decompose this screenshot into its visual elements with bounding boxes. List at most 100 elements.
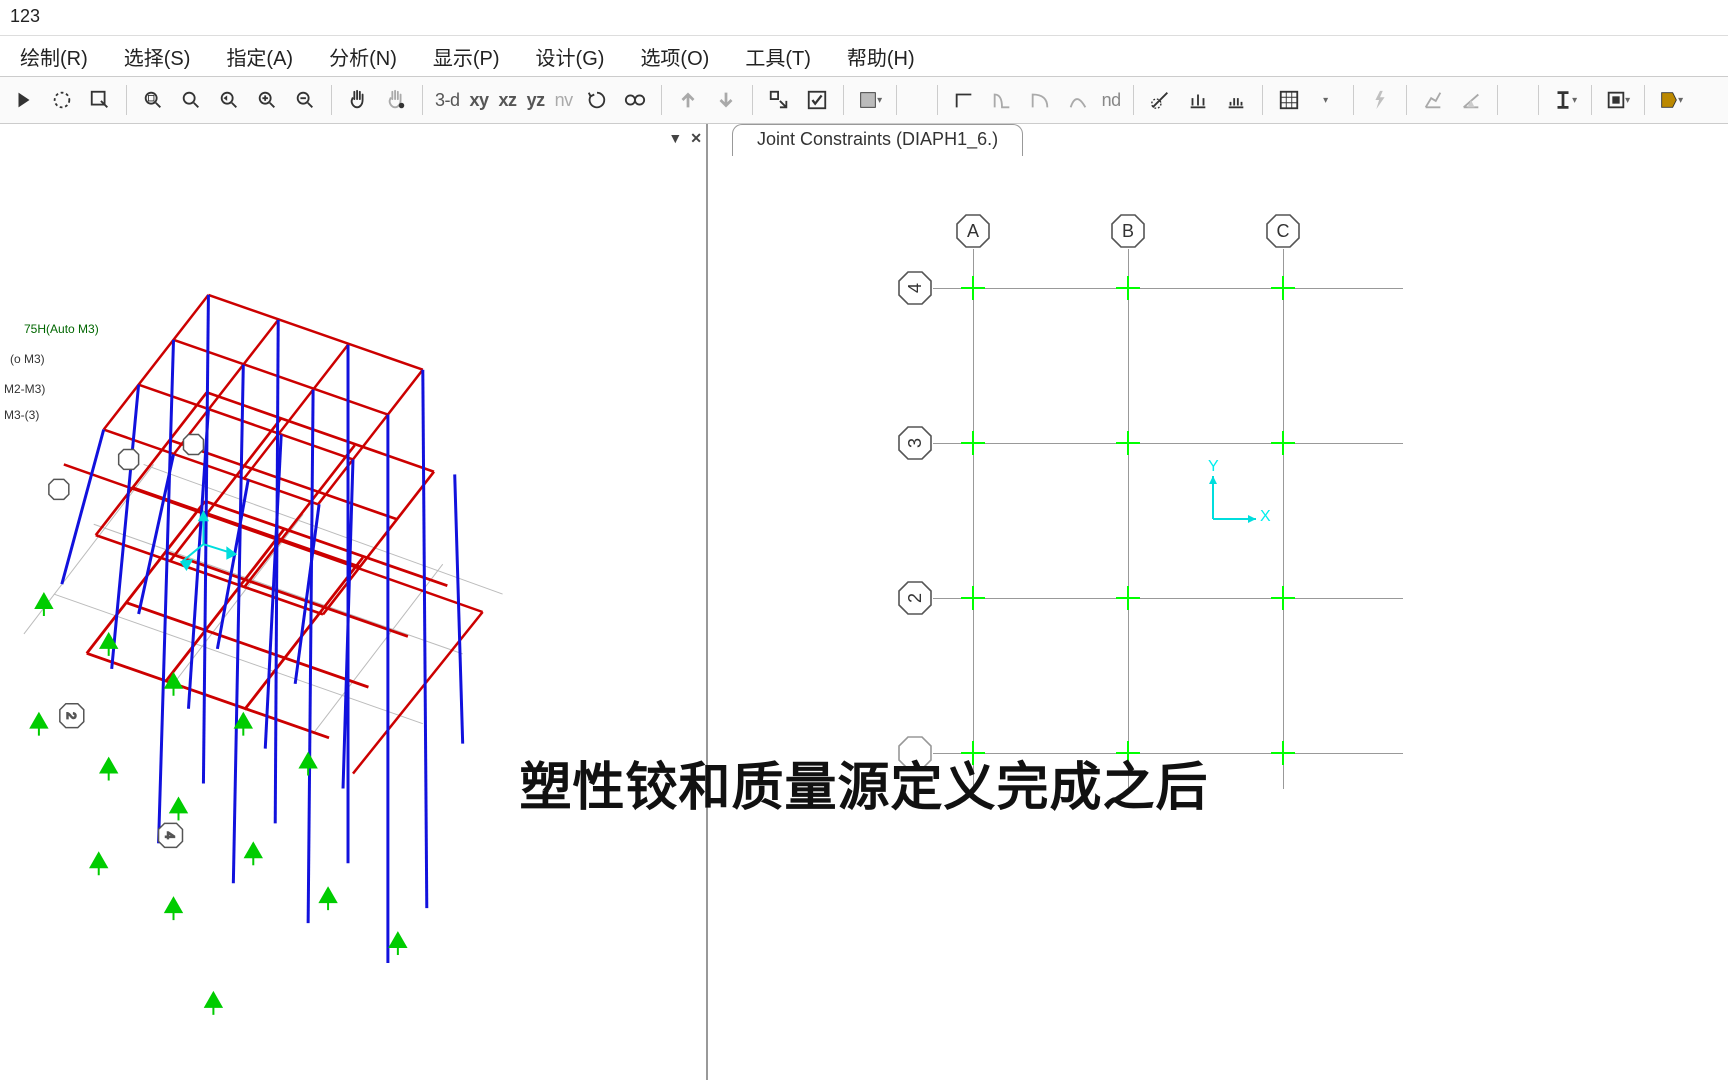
pan-point-icon[interactable] — [380, 84, 412, 116]
pane-plan-view[interactable]: Joint Constraints (DIAPH1_6.) A B C 4 3 … — [708, 124, 1728, 1080]
grid-col-A: A — [956, 214, 990, 248]
zoom-previous-icon[interactable] — [213, 84, 245, 116]
hinge-label-d: M3-(3) — [4, 408, 39, 422]
node-label-button[interactable]: nd — [1100, 90, 1123, 111]
tab-joint-constraints[interactable]: Joint Constraints (DIAPH1_6.) — [732, 124, 1023, 156]
toolbar-separator — [1538, 85, 1539, 115]
table-dropdown[interactable] — [1311, 84, 1343, 116]
check-icon[interactable] — [801, 84, 833, 116]
title-bar: 123 — [0, 0, 1728, 36]
grid-row-2: 2 — [898, 581, 932, 615]
menu-assign[interactable]: 指定(A) — [226, 42, 293, 71]
toolbar-separator — [422, 85, 423, 115]
model-3d-svg: 2 4 — [4, 152, 702, 1076]
grid-col-B: B — [1111, 214, 1145, 248]
draw-spline-icon[interactable] — [1062, 84, 1094, 116]
toolbar-separator — [1262, 85, 1263, 115]
hinge-label-c: M2-M3) — [4, 382, 45, 396]
view-yz-button[interactable]: yz — [525, 90, 547, 111]
draw-frame-icon[interactable] — [948, 84, 980, 116]
dashed-circle-icon[interactable] — [46, 84, 78, 116]
menu-bar: 绘制(R) 选择(S) 指定(A) 分析(N) 显示(P) 设计(G) 选项(O… — [0, 36, 1728, 76]
toolbar-separator — [843, 85, 844, 115]
menu-design[interactable]: 设计(G) — [536, 42, 605, 71]
table-icon[interactable] — [1273, 84, 1305, 116]
menu-select[interactable]: 选择(S) — [124, 42, 191, 71]
selection-icon[interactable] — [84, 84, 116, 116]
toolbar-separator — [126, 85, 127, 115]
toolbar-separator — [1406, 85, 1407, 115]
menu-analyze[interactable]: 分析(N) — [329, 42, 397, 71]
chart1-icon[interactable] — [1417, 84, 1449, 116]
menu-tools[interactable]: 工具(T) — [745, 42, 811, 71]
draw-arc-icon[interactable] — [1024, 84, 1056, 116]
toolbar-separator — [661, 85, 662, 115]
loads2-icon[interactable] — [1220, 84, 1252, 116]
toolbar-separator — [1353, 85, 1354, 115]
zoom-window-icon[interactable] — [137, 84, 169, 116]
shape-dropdown[interactable] — [1655, 84, 1687, 116]
gridline-h — [933, 288, 1403, 289]
tab-joint-constraints-label: Joint Constraints (DIAPH1_6.) — [757, 129, 998, 149]
loads-icon[interactable] — [1182, 84, 1214, 116]
menu-display[interactable]: 显示(P) — [433, 42, 500, 71]
pane-left-tabrow: ▼ ✕ — [0, 124, 708, 152]
section-icon[interactable] — [763, 84, 795, 116]
gridline-h — [933, 443, 1403, 444]
grid-row-3: 3 — [898, 426, 932, 460]
menu-draw[interactable]: 绘制(R) — [20, 42, 88, 71]
run-icon[interactable] — [1364, 84, 1396, 116]
axis-x-label: X — [1260, 508, 1271, 526]
axis-y-label: Y — [1208, 458, 1219, 476]
menu-help[interactable]: 帮助(H) — [847, 42, 915, 71]
svg-text:2: 2 — [64, 712, 79, 719]
title-text: 123 — [10, 6, 40, 26]
workspace: ▼ ✕ — [0, 124, 1728, 1080]
rotate-icon[interactable] — [581, 84, 613, 116]
view-xz-button[interactable]: xz — [497, 90, 519, 111]
menu-options[interactable]: 选项(O) — [640, 42, 709, 71]
toolbar-separator — [752, 85, 753, 115]
hinge-label-a: 75H(Auto M3) — [24, 322, 99, 336]
zoom-out-icon[interactable] — [289, 84, 321, 116]
pane-close-icon[interactable]: ✕ — [690, 130, 702, 147]
perspective-icon[interactable] — [619, 84, 651, 116]
hinge-label-b: (o M3) — [10, 352, 45, 366]
toolbar-separator — [896, 85, 897, 115]
toolbar-separator — [1591, 85, 1592, 115]
draw-curve-icon[interactable] — [986, 84, 1018, 116]
caption-overlay: 塑性铰和质量源定义完成之后 — [0, 745, 1728, 820]
toolbar-separator — [937, 85, 938, 115]
toolbar-separator — [331, 85, 332, 115]
zoom-extents-icon[interactable] — [175, 84, 207, 116]
grid-col-C: C — [1266, 214, 1300, 248]
view-nv-button[interactable]: nv — [553, 90, 575, 111]
toolbar-separator — [1644, 85, 1645, 115]
shell-dropdown[interactable] — [854, 84, 886, 116]
svg-text:4: 4 — [163, 832, 178, 839]
pane-3d-view[interactable]: ▼ ✕ — [0, 124, 708, 1080]
chart2-icon[interactable] — [1455, 84, 1487, 116]
view-xy-button[interactable]: xy — [468, 90, 491, 111]
pane-dropdown-icon[interactable]: ▼ — [668, 130, 682, 146]
gridline-v — [973, 249, 974, 789]
gridline-h — [933, 598, 1403, 599]
axis-indicator: Y X — [1198, 464, 1268, 539]
toolbar-separator — [1133, 85, 1134, 115]
move-up-icon[interactable] — [672, 84, 704, 116]
pan-icon[interactable] — [342, 84, 374, 116]
gridline-v — [1128, 249, 1129, 789]
move-down-icon[interactable] — [710, 84, 742, 116]
object-shrink-icon[interactable] — [1144, 84, 1176, 116]
toolbar: 3-d xy xz yz nv nd — [0, 76, 1728, 124]
ibeam-dropdown[interactable] — [1549, 84, 1581, 116]
gridline-v — [1283, 249, 1284, 789]
plan-grid: A B C 4 3 2 — [708, 164, 1728, 1080]
view-3d-button[interactable]: 3-d — [433, 90, 462, 111]
section-view-dropdown[interactable] — [1602, 84, 1634, 116]
play-icon[interactable] — [8, 84, 40, 116]
model-3d: 2 4 75H(Auto M3) (o M3) M2-M3) M3-(3) — [4, 152, 702, 1076]
zoom-in-icon[interactable] — [251, 84, 283, 116]
toolbar-separator — [1497, 85, 1498, 115]
grid-row-4: 4 — [898, 271, 932, 305]
